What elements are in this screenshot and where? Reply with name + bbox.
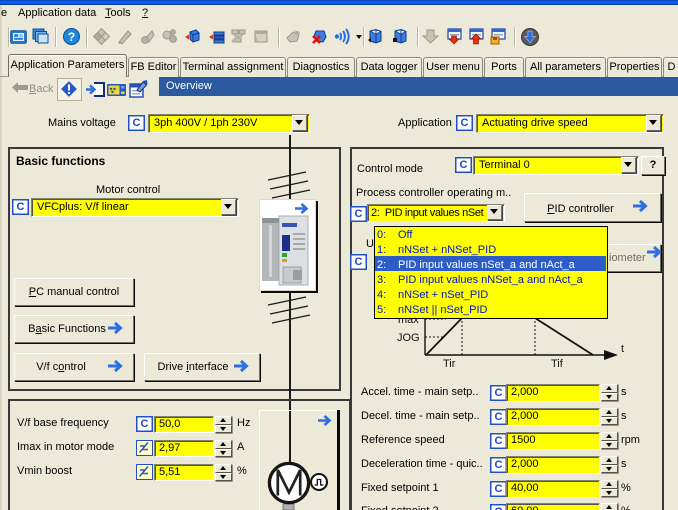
- svg-text:Tir: Tir: [443, 358, 456, 370]
- svg-text:JOG: JOG: [397, 332, 420, 344]
- svg-text:Tif: Tif: [551, 358, 564, 370]
- svg-text:?: ?: [68, 30, 75, 44]
- svg-text:t: t: [621, 343, 624, 355]
